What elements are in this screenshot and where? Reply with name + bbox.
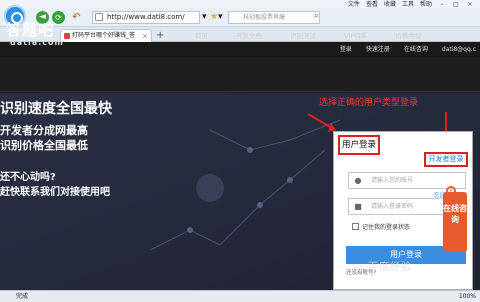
address-bar[interactable]: http://www.dati8.com/: [92, 11, 200, 24]
remember-me[interactable]: 记住我的登录状态: [352, 222, 410, 231]
lock-icon: ■: [354, 202, 362, 211]
site-logo[interactable]: 答题吧: [6, 19, 54, 40]
tab-close-icon[interactable]: ×: [142, 30, 148, 42]
site-navbar: [0, 57, 480, 92]
top-link-register[interactable]: 快速注册: [366, 42, 390, 57]
hero-line-5: 赶快联系我们对接使用吧: [0, 187, 110, 198]
watermark: 百度经验: [368, 262, 412, 273]
tab-active[interactable]: 打码平台哪个好赚钱_答 ×: [60, 29, 152, 42]
site-nav: 首页 开发文档 识别测试 VIP特系 价格类型: [195, 30, 421, 40]
tab-title: 打码平台哪个好赚钱_答: [72, 32, 136, 39]
top-link-consult[interactable]: 在线咨询: [404, 42, 428, 57]
status-text: 完成: [16, 293, 29, 300]
remember-label: 记住我的登录状态: [362, 224, 411, 231]
top-links: 登录 快速注册 在线咨询 dati8@qq.c: [340, 42, 476, 57]
username-placeholder: 请输入您的账号: [371, 177, 414, 184]
star-icon[interactable]: ★: [210, 11, 218, 24]
developer-login-tab[interactable]: 开发者登录: [424, 152, 468, 167]
hero-line-4: 还不心动吗?: [0, 172, 56, 183]
new-tab-icon[interactable]: +: [156, 30, 164, 41]
hero-line-1: 识别速度全国最快: [0, 101, 112, 117]
undo-icon[interactable]: ↶: [70, 11, 83, 24]
online-consult-button[interactable]: 在线咨询: [443, 192, 467, 252]
top-link-email[interactable]: dati8@qq.c: [442, 42, 476, 57]
hero-line-3: 识别价格全国最低: [0, 139, 88, 152]
search-icon[interactable]: ⌕: [314, 11, 318, 21]
search-input[interactable]: 科创板股票再爆: [228, 11, 320, 24]
address-text: http://www.dati8.com/: [107, 13, 185, 21]
favorites-dropdown-icon[interactable]: ▾: [218, 11, 223, 24]
nav-docs[interactable]: 开发文档: [236, 30, 262, 40]
dropdown-icon[interactable]: ▾: [202, 11, 207, 24]
password-placeholder: 请输入登录密码: [371, 203, 414, 210]
user-icon: ●: [354, 176, 362, 185]
chart-icon: [196, 174, 224, 202]
browser-title-bar: 文件 查看 收藏 工具 帮助 – □ ×: [0, 0, 480, 8]
page-icon: [95, 13, 103, 21]
nav-price[interactable]: 价格类型: [395, 30, 421, 40]
zoom-level[interactable]: 100%: [459, 291, 476, 302]
hero-line-2: 开发者分成网最高: [0, 124, 88, 137]
top-link-login[interactable]: 登录: [340, 42, 352, 57]
remember-checkbox[interactable]: [352, 223, 359, 230]
user-login-tab[interactable]: 用户登录: [338, 135, 380, 155]
nav-test[interactable]: 识别测试: [290, 30, 316, 40]
site-top-strip: 登录 快速注册 在线咨询 dati8@qq.c: [0, 42, 480, 57]
status-bar: 完成 100%: [0, 290, 480, 302]
tab-favicon-icon: [64, 33, 70, 39]
nav-home[interactable]: 首页: [195, 30, 208, 40]
nav-vip[interactable]: VIP特系: [344, 30, 367, 40]
site-logo-sub: dati8.com: [10, 38, 64, 47]
